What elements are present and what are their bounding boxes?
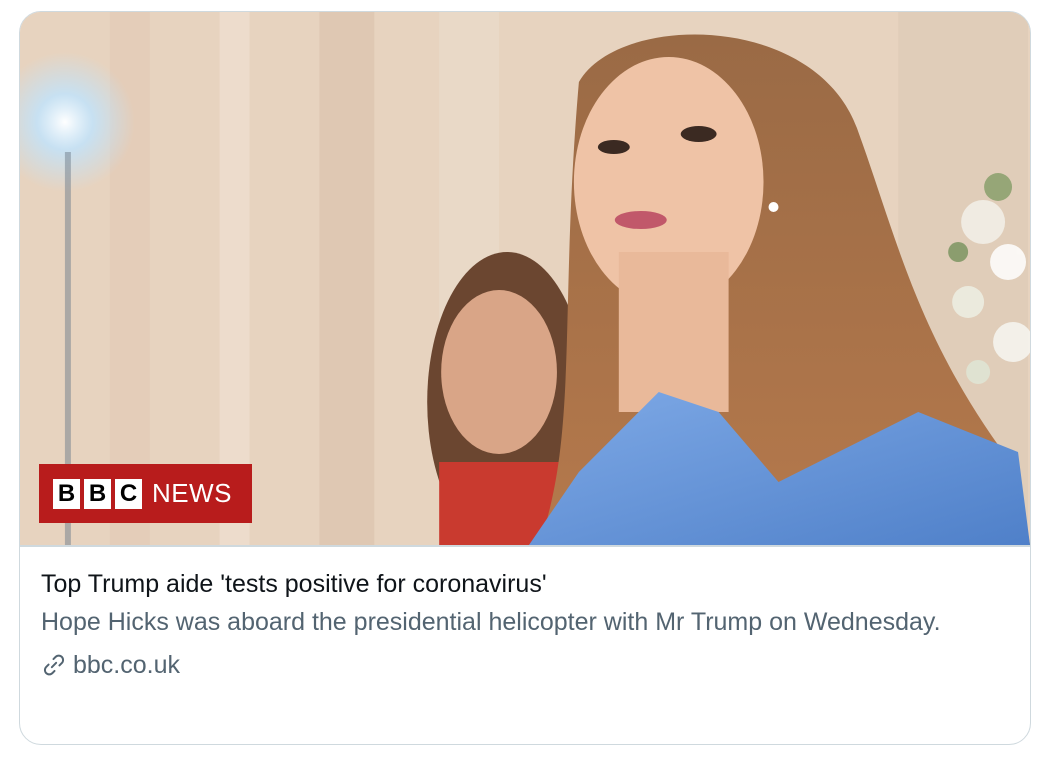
source-domain[interactable]: bbc.co.uk: [73, 649, 180, 681]
card-meta[interactable]: Top Trump aide 'tests positive for coron…: [41, 567, 1006, 681]
article-title[interactable]: Top Trump aide 'tests positive for coron…: [41, 567, 1006, 601]
logo-news-word: NEWS: [152, 478, 232, 508]
logo-letter-c: C: [115, 478, 142, 509]
link-preview-card[interactable]: B B C NEWS Top Trump aide 'tests positiv…: [19, 11, 1031, 745]
card-divider: [20, 545, 1030, 547]
link-icon: [43, 654, 65, 676]
logo-letter-b2: B: [84, 478, 111, 509]
article-description: Hope Hicks was aboard the presidential h…: [41, 608, 941, 636]
article-image[interactable]: B B C NEWS: [20, 12, 1030, 545]
bbc-news-logo: B B C NEWS: [39, 464, 252, 523]
logo-letter-b1: B: [53, 478, 80, 509]
source-link[interactable]: bbc.co.uk: [41, 649, 1006, 681]
